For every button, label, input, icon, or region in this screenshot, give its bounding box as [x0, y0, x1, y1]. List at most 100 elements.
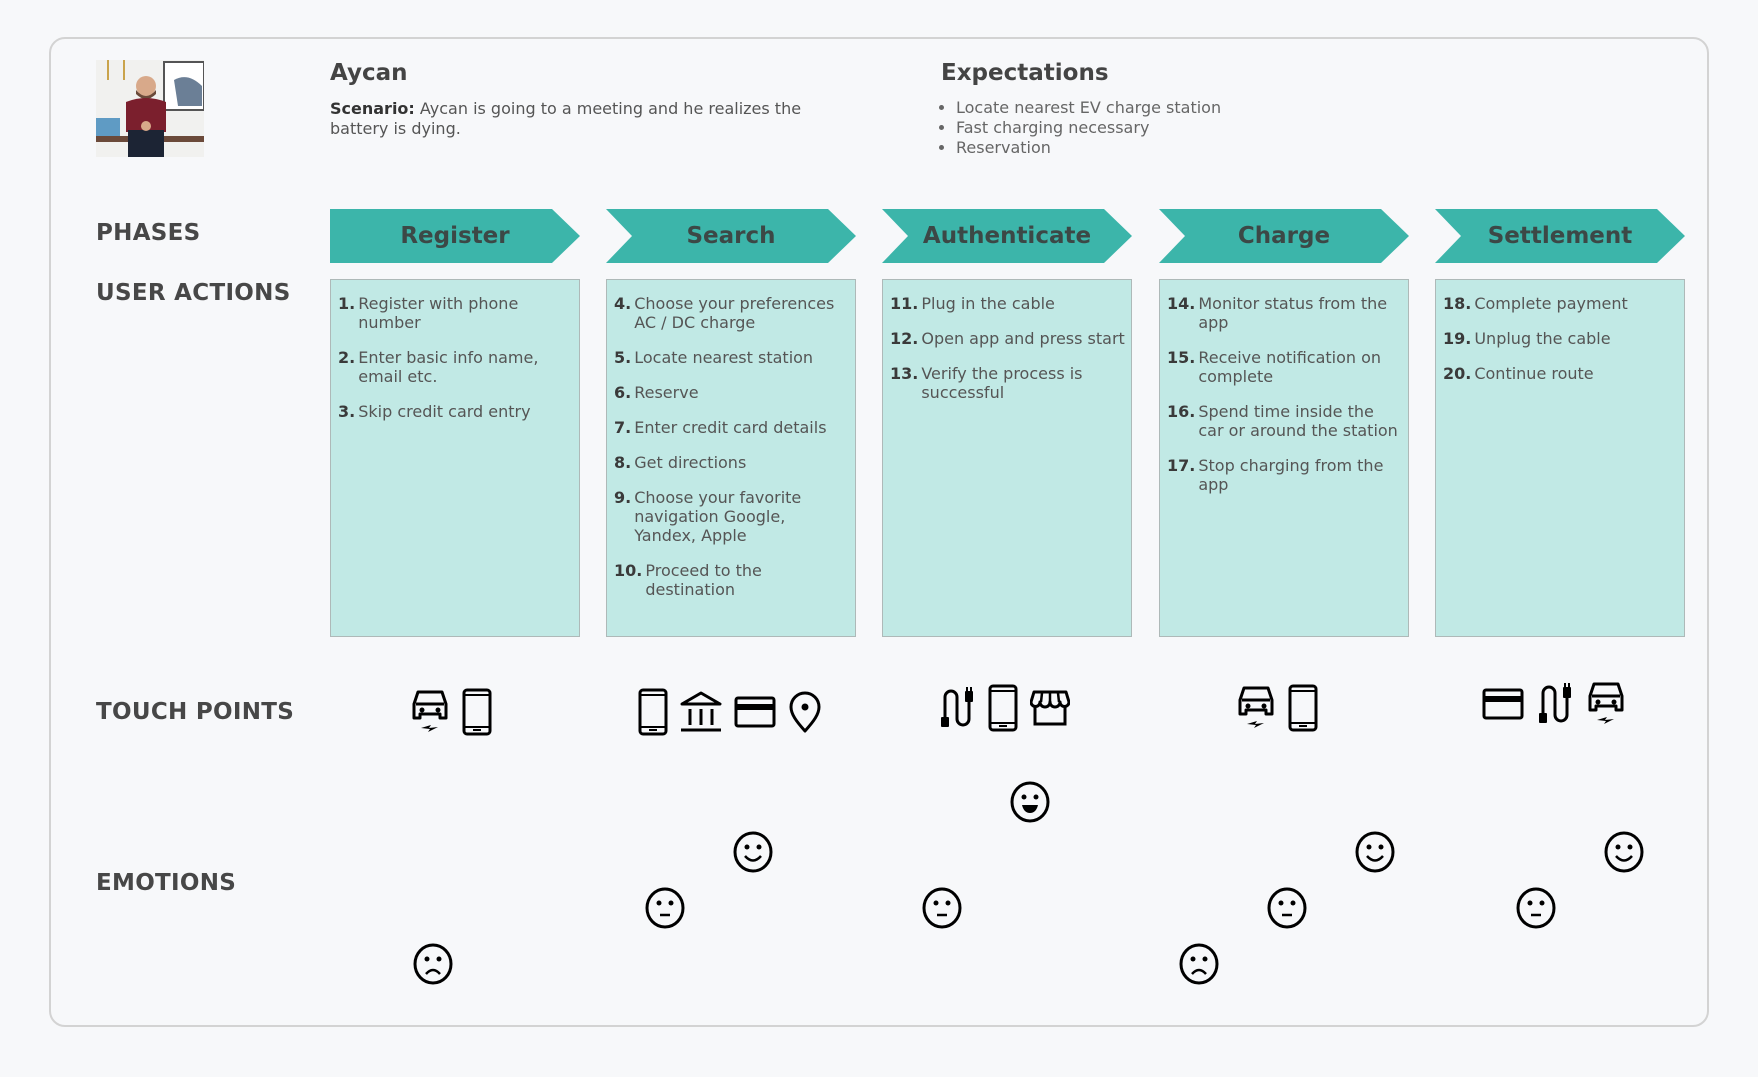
emotion-neutral-face-icon [644, 887, 686, 929]
action-number: 13. [890, 364, 919, 383]
action-item: 4. Choose your preferences AC / DC charge [614, 294, 849, 332]
action-number: 20. [1443, 364, 1472, 383]
ev-car-icon [1236, 684, 1276, 732]
scenario-label: Scenario: [330, 99, 415, 118]
smartphone-icon [462, 688, 492, 736]
emotion-neutral-face-icon [921, 887, 963, 929]
action-text: Receive notification on complete [1198, 348, 1382, 386]
action-text: Register with phone number [358, 294, 519, 332]
action-item: 17. Stop charging from the app [1167, 456, 1402, 494]
row-label-emotions: EMOTIONS [96, 870, 237, 896]
action-text: Enter basic info name, email etc. [358, 348, 539, 386]
touch-points-settlement [1482, 676, 1626, 732]
action-number: 16. [1167, 402, 1196, 421]
ev-car-icon [1586, 680, 1626, 728]
emotion-neutral-face-icon [1515, 887, 1557, 929]
phase-label: Authenticate [922, 223, 1092, 249]
smartphone-icon [988, 684, 1018, 732]
touch-points-register [410, 684, 492, 740]
credit-card-icon [734, 695, 776, 729]
expectations-title: Expectations [941, 60, 1109, 86]
action-item: 7. Enter credit card details [614, 418, 849, 437]
action-text: Plug in the cable [921, 294, 1055, 313]
action-number: 5. [614, 348, 632, 367]
action-text: Choose your favorite navigation Google, … [634, 488, 802, 545]
ev-car-icon [410, 688, 450, 736]
action-item: 15. Receive notification on complete [1167, 348, 1402, 386]
action-text: Skip credit card entry [358, 402, 531, 421]
action-text: Continue route [1474, 364, 1594, 383]
action-item: 3. Skip credit card entry [338, 402, 573, 421]
persona-name: Aycan [330, 60, 408, 86]
bank-icon [680, 690, 722, 734]
phase-label: Settlement [1487, 223, 1633, 249]
action-item: 13. Verify the process is successful [890, 364, 1125, 402]
expectation-item: Fast charging necessary [956, 118, 1221, 138]
action-text: Proceed to the destination [645, 561, 762, 599]
phase-search: Search [606, 209, 856, 263]
action-number: 2. [338, 348, 356, 367]
action-item: 18. Complete payment [1443, 294, 1678, 313]
action-number: 3. [338, 402, 356, 421]
phase-authenticate: Authenticate [882, 209, 1132, 263]
action-item: 19. Unplug the cable [1443, 329, 1678, 348]
emotion-smile-face-icon [732, 831, 774, 873]
phase-settlement: Settlement [1435, 209, 1685, 263]
emotion-smile-face-icon [1354, 831, 1396, 873]
action-item: 20. Continue route [1443, 364, 1678, 383]
action-text: Locate nearest station [634, 348, 814, 367]
user-actions-card-register: 1. Register with phone number 2. Enter basi… [330, 279, 580, 637]
scenario-text: Scenario: Aycan is going to a meeting an… [330, 99, 840, 139]
action-text: Complete payment [1474, 294, 1628, 313]
action-text: Enter credit card details [634, 418, 827, 437]
action-number: 6. [614, 383, 632, 402]
action-number: 14. [1167, 294, 1196, 313]
action-item: 9. Choose your favorite navigation Google… [614, 488, 849, 545]
action-number: 1. [338, 294, 356, 313]
expectations-list: Locate nearest EV charge station Fast ch… [941, 98, 1221, 158]
action-item: 2. Enter basic info name, email etc. [338, 348, 573, 386]
action-item: 12. Open app and press start [890, 329, 1125, 348]
action-number: 19. [1443, 329, 1472, 348]
smartphone-icon [1288, 684, 1318, 732]
action-number: 8. [614, 453, 632, 472]
action-number: 17. [1167, 456, 1196, 475]
credit-card-icon [1482, 687, 1524, 721]
action-number: 7. [614, 418, 632, 437]
action-number: 15. [1167, 348, 1196, 367]
action-text: Get directions [634, 453, 747, 472]
action-text: Monitor status from the app [1198, 294, 1388, 332]
phase-charge: Charge [1159, 209, 1409, 263]
phase-register: Register [330, 209, 580, 263]
emotion-sad-face-icon [1178, 943, 1220, 985]
user-actions-card-authenticate: 11. Plug in the cable 12. Open app and pres… [882, 279, 1132, 637]
expectation-item: Locate nearest EV charge station [956, 98, 1221, 118]
phase-label: Charge [1237, 223, 1331, 249]
user-actions-card-charge: 14. Monitor status from the app 15. Receive… [1159, 279, 1409, 637]
emotion-smile-face-icon [1603, 831, 1645, 873]
action-number: 12. [890, 329, 919, 348]
emotion-neutral-face-icon [1266, 887, 1308, 929]
action-text: Unplug the cable [1474, 329, 1611, 348]
action-item: 16. Spend time inside the car or around t… [1167, 402, 1402, 440]
emotion-sad-face-icon [412, 943, 454, 985]
expectation-item: Reservation [956, 138, 1221, 158]
action-item: 8. Get directions [614, 453, 849, 472]
action-item: 6. Reserve [614, 383, 849, 402]
smartphone-icon [638, 688, 668, 736]
user-actions-card-settlement: 18. Complete payment 19. Unplug the cable 20… [1435, 279, 1685, 637]
action-number: 18. [1443, 294, 1472, 313]
row-label-touch-points: TOUCH POINTS [96, 699, 295, 725]
charging-cable-icon [1536, 681, 1574, 727]
charging-cable-icon [938, 685, 976, 731]
phase-label: Register [400, 223, 510, 249]
action-number: 10. [614, 561, 643, 580]
action-item: 5. Locate nearest station [614, 348, 849, 367]
action-text: Stop charging from the app [1198, 456, 1384, 494]
action-number: 4. [614, 294, 632, 313]
action-text: Choose your preferences AC / DC charge [634, 294, 835, 332]
action-number: 11. [890, 294, 919, 313]
emotion-grin-face-icon [1009, 781, 1051, 823]
touch-points-authenticate [938, 680, 1070, 736]
phase-label: Search [686, 223, 776, 249]
